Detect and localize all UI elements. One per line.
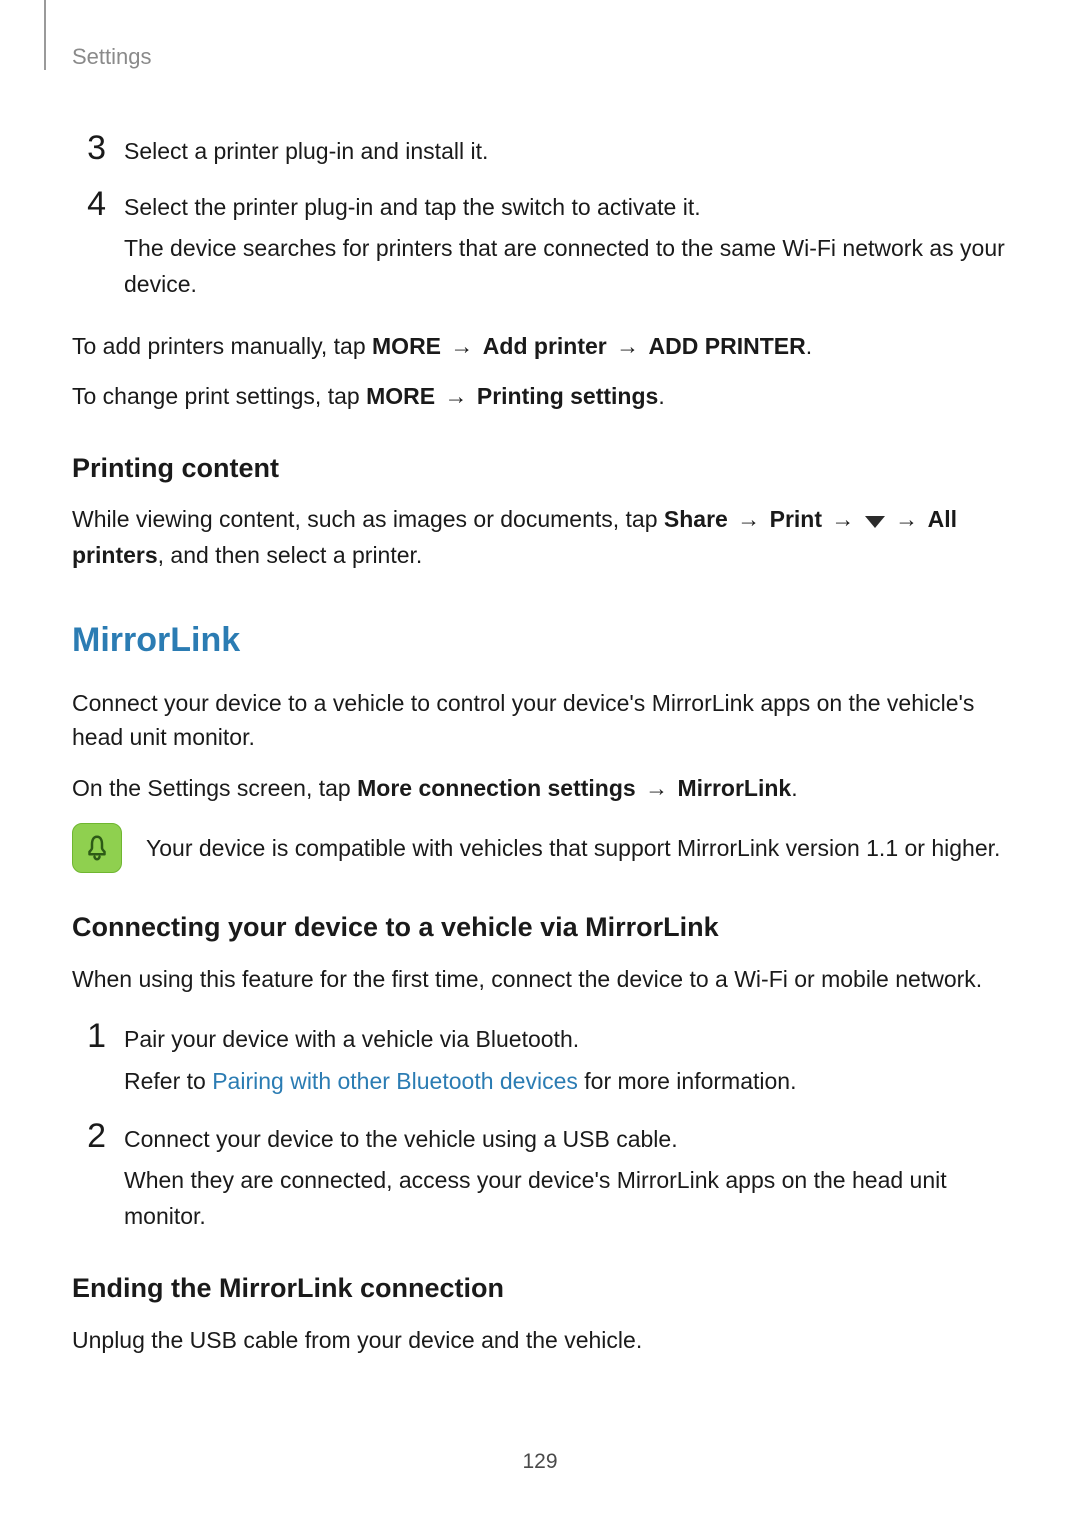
step-number-c2: 2	[72, 1118, 106, 1155]
add-printers-line: To add printers manually, tap MORE → Add…	[72, 329, 1008, 364]
arrow-icon: →	[435, 383, 477, 409]
breadcrumb: Settings	[72, 40, 1008, 73]
connecting-intro: When using this feature for the first ti…	[72, 962, 1008, 997]
arrow-icon: →	[607, 333, 649, 359]
step-3-text: Select a printer plug-in and install it.	[124, 134, 1008, 170]
step-4-line1: Select the printer plug-in and tap the s…	[124, 190, 1008, 226]
printing-prefix: While viewing content, such as images or…	[72, 506, 664, 532]
step-number-3: 3	[72, 130, 106, 167]
connect-s2-line1: Connect your device to the vehicle using…	[124, 1122, 1008, 1158]
header-divider	[44, 0, 46, 70]
printing-settings-label: Printing settings	[477, 383, 658, 409]
page-root: Settings 3 Select a printer plug-in and …	[0, 0, 1080, 1527]
page-number: 129	[0, 1446, 1080, 1478]
change-settings-line: To change print settings, tap MORE → Pri…	[72, 379, 1008, 414]
connect-step-2-body: Connect your device to the vehicle using…	[124, 1122, 1008, 1235]
note-text: Your device is compatible with vehicles …	[146, 831, 1008, 866]
more-label-2: MORE	[366, 383, 435, 409]
change-settings-prefix: To change print settings, tap	[72, 383, 366, 409]
connect-step-2: 2 Connect your device to the vehicle usi…	[72, 1118, 1008, 1235]
connect-step-1-body: Pair your device with a vehicle via Blue…	[124, 1022, 1008, 1099]
arrow-icon: →	[441, 333, 483, 359]
refer-prefix: Refer to	[124, 1068, 212, 1094]
mirrorlink-instruction: On the Settings screen, tap More connect…	[72, 771, 1008, 806]
print-label: Print	[770, 506, 822, 532]
connect-s2-line2: When they are connected, access your dev…	[124, 1163, 1008, 1234]
ending-heading: Ending the MirrorLink connection	[72, 1268, 1008, 1309]
arrow-icon: →	[636, 775, 678, 801]
connecting-heading: Connecting your device to a vehicle via …	[72, 907, 1008, 948]
mirrorlink-heading: MirrorLink	[72, 615, 1008, 666]
mirrorlink-instruction-prefix: On the Settings screen, tap	[72, 775, 357, 801]
ending-text: Unplug the USB cable from your device an…	[72, 1323, 1008, 1358]
arrow-icon: →	[728, 506, 770, 532]
note-icon	[72, 823, 122, 873]
step-4: 4 Select the printer plug-in and tap the…	[72, 186, 1008, 303]
step-number-4: 4	[72, 186, 106, 223]
bluetooth-link[interactable]: Pairing with other Bluetooth devices	[212, 1068, 578, 1094]
connect-step-1: 1 Pair your device with a vehicle via Bl…	[72, 1018, 1008, 1099]
refer-suffix: for more information.	[578, 1068, 797, 1094]
more-connection-label: More connection settings	[357, 775, 636, 801]
add-printer-label: Add printer	[483, 333, 607, 359]
mirrorlink-intro: Connect your device to a vehicle to cont…	[72, 686, 1008, 755]
page-header: Settings	[72, 40, 1008, 70]
connect-s1-line1: Pair your device with a vehicle via Blue…	[124, 1022, 1008, 1058]
printing-content-para: While viewing content, such as images or…	[72, 502, 1008, 573]
share-label: Share	[664, 506, 728, 532]
add-printer-caps-label: ADD PRINTER	[649, 333, 806, 359]
note-row: Your device is compatible with vehicles …	[72, 823, 1008, 873]
printing-suffix: , and then select a printer.	[158, 542, 423, 568]
connect-s1-refer: Refer to Pairing with other Bluetooth de…	[124, 1064, 1008, 1100]
step-3-body: Select a printer plug-in and install it.	[124, 134, 1008, 170]
period: .	[791, 775, 797, 801]
arrow-icon: →	[822, 506, 864, 532]
period: .	[806, 333, 812, 359]
step-4-body: Select the printer plug-in and tap the s…	[124, 190, 1008, 303]
period: .	[658, 383, 664, 409]
arrow-icon: →	[886, 506, 928, 532]
printing-content-heading: Printing content	[72, 448, 1008, 489]
step-4-line2: The device searches for printers that ar…	[124, 231, 1008, 302]
dropdown-icon	[864, 504, 886, 539]
step-3: 3 Select a printer plug-in and install i…	[72, 130, 1008, 170]
add-printers-prefix: To add printers manually, tap	[72, 333, 372, 359]
step-number-c1: 1	[72, 1018, 106, 1055]
more-label: MORE	[372, 333, 441, 359]
mirrorlink-label: MirrorLink	[677, 775, 791, 801]
